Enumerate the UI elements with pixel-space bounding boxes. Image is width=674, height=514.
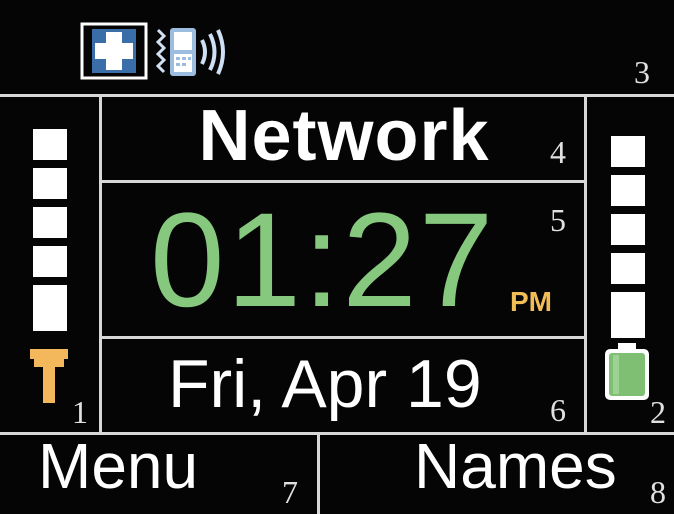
signal-bar [33,129,67,160]
battery-bar [611,214,645,245]
phone-display: 3 1 2 Network 4 01:27 PM 5 Fri, Apr 19 6… [0,0,674,514]
callout-1: 1 [72,394,88,430]
divider-date [101,336,585,339]
battery-bar [611,310,645,338]
divider-network [101,180,585,183]
antenna-icon [28,347,70,405]
callout-5: 5 [550,202,566,238]
battery-bar [611,253,645,284]
battery-bar [611,175,645,206]
clock-ampm: PM [510,286,552,317]
divider-softkey-split [317,433,320,514]
callout-2: 2 [650,394,666,430]
callout-3: 3 [634,54,650,90]
callout-6: 6 [550,392,566,428]
clock-time: 01:27 [150,186,496,335]
signal-bar [33,207,67,238]
date-display: Fri, Apr 19 [168,346,482,422]
callout-7: 7 [282,474,298,510]
callout-4: 4 [550,134,566,170]
callout-8: 8 [650,474,666,510]
signal-bar [33,246,67,277]
signal-bar [33,303,67,331]
softkey-names[interactable]: Names [414,434,617,498]
signal-bar [33,168,67,199]
vibrate-phone-icon [154,24,226,80]
battery-bar [611,136,645,167]
network-name: Network [198,96,490,176]
medical-cross-icon [80,22,148,80]
softkey-menu[interactable]: Menu [38,434,198,498]
battery-icon [602,342,652,402]
